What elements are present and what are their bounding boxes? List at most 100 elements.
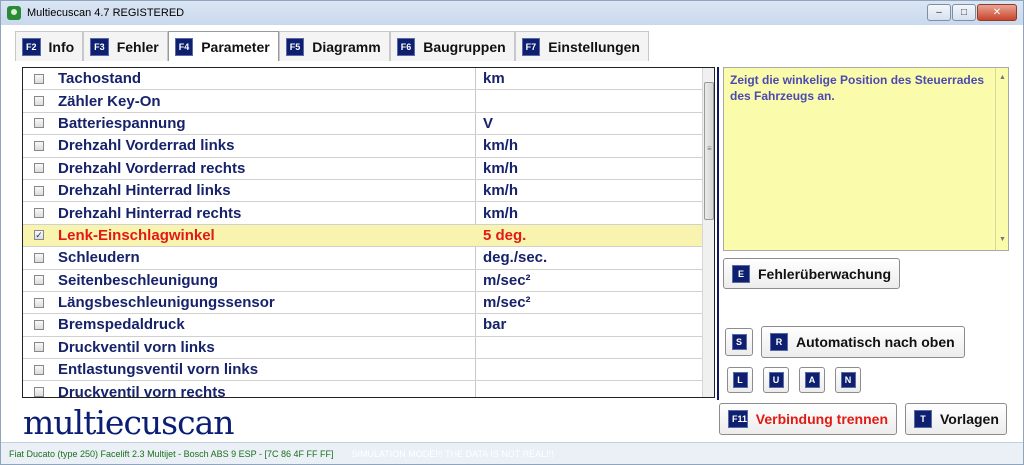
key-badge: F11: [728, 410, 748, 428]
row-checkbox[interactable]: [34, 319, 44, 330]
tab-bar: F2 Info F3 Fehler F4 Parameter F5 Diagra…: [15, 31, 649, 61]
row-checkbox[interactable]: [34, 118, 44, 129]
row-checkbox[interactable]: [34, 208, 44, 219]
minimize-button[interactable]: –: [927, 4, 951, 21]
l-button[interactable]: L: [727, 367, 753, 393]
key-badge: L: [732, 372, 748, 388]
fehlerueberwachung-button[interactable]: E Fehlerüberwachung: [723, 258, 901, 289]
s-button[interactable]: S: [725, 328, 753, 356]
description-text: Zeigt die winkelige Position des Steuerr…: [730, 73, 985, 103]
parameter-name: Batteriespannung: [58, 114, 186, 132]
key-badge: R: [770, 333, 788, 351]
parameter-name: Zähler Key-On: [58, 92, 161, 110]
table-row[interactable]: Batteriespannung V: [23, 113, 714, 136]
description-scrollbar[interactable]: ▲ ▼: [995, 68, 1008, 250]
table-row[interactable]: Tachostand km: [23, 68, 714, 91]
tab-diagramm[interactable]: F5 Diagramm: [278, 31, 390, 61]
row-checkbox[interactable]: [34, 140, 44, 151]
status-bar: Fiat Ducato (type 250) Facelift 2.3 Mult…: [1, 442, 1023, 464]
parameter-name: Druckventil vorn links: [58, 338, 215, 356]
app-window: Multiecuscan 4.7 REGISTERED – □ ✕ F2 Inf…: [0, 0, 1024, 465]
row-checkbox[interactable]: ✓: [34, 230, 44, 241]
automatisch-nach-oben-button[interactable]: R Automatisch nach oben: [761, 326, 965, 358]
table-row[interactable]: Druckventil vorn rechts: [23, 381, 714, 397]
scrollbar-thumb[interactable]: ≡: [704, 82, 714, 220]
panel-divider[interactable]: [717, 67, 719, 400]
tab-parameter[interactable]: F4 Parameter: [167, 31, 279, 61]
tab-einstellungen[interactable]: F7 Einstellungen: [514, 31, 649, 61]
key-badge: F4: [174, 37, 194, 56]
button-label: Vorlagen: [940, 411, 999, 427]
u-button[interactable]: U: [763, 367, 789, 393]
window-controls: – □ ✕: [927, 4, 1017, 21]
button-label: Verbindung trennen: [755, 411, 888, 427]
parameter-table: Tachostand km Zähler Key-On Batteriespannun…: [22, 67, 715, 398]
table-row[interactable]: Drehzahl Vorderrad links km/h: [23, 135, 714, 158]
parameter-name: Lenk-Einschlagwinkel: [58, 226, 215, 244]
parameter-name: Drehzahl Vorderrad links: [58, 137, 235, 155]
n-button[interactable]: N: [835, 367, 861, 393]
tab-fehler[interactable]: F3 Fehler: [83, 31, 168, 61]
parameter-name: Entlastungsventil vorn links: [58, 361, 259, 379]
app-logo-icon: [7, 6, 21, 20]
parameter-unit: V: [483, 114, 494, 132]
table-scrollbar[interactable]: ≡: [702, 68, 714, 397]
parameter-name: Seitenbeschleunigung: [58, 271, 219, 289]
row-checkbox[interactable]: [34, 275, 44, 286]
key-badge: A: [804, 372, 820, 388]
multiecuscan-logo: multiecuscan: [23, 403, 235, 442]
a-button[interactable]: A: [799, 367, 825, 393]
key-badge: N: [840, 372, 856, 388]
table-row[interactable]: Entlastungsventil vorn links: [23, 359, 714, 382]
parameter-unit: deg./sec.: [483, 249, 548, 267]
row-checkbox[interactable]: [34, 387, 44, 397]
table-row[interactable]: Drehzahl Hinterrad links km/h: [23, 180, 714, 203]
parameter-unit: km: [483, 70, 505, 88]
table-row[interactable]: Drehzahl Vorderrad rechts km/h: [23, 158, 714, 180]
simulation-warning: SIMULATION MODE!!! THE DATA IS NOT REAL!…: [351, 448, 554, 459]
table-row[interactable]: Drehzahl Hinterrad rechts km/h: [23, 202, 714, 225]
key-badge: U: [768, 372, 784, 388]
scroll-down-icon[interactable]: ▼: [999, 232, 1006, 248]
table-row[interactable]: Zähler Key-On: [23, 90, 714, 113]
grip-icon: ≡: [707, 144, 712, 153]
row-checkbox[interactable]: [34, 297, 44, 308]
parameter-name: Drehzahl Hinterrad rechts: [58, 204, 242, 222]
vehicle-info: Fiat Ducato (type 250) Facelift 2.3 Mult…: [9, 448, 334, 459]
tab-label: Fehler: [116, 38, 159, 55]
row-checkbox[interactable]: [34, 364, 44, 375]
tab-label: Diagramm: [312, 38, 381, 55]
tab-baugruppen[interactable]: F6 Baugruppen: [389, 31, 515, 61]
key-badge: E: [732, 264, 750, 283]
table-row[interactable]: Seitenbeschleunigung m/sec²: [23, 270, 714, 292]
row-checkbox[interactable]: [34, 185, 44, 196]
maximize-button[interactable]: □: [952, 4, 976, 21]
table-row[interactable]: ✓ Lenk-Einschlagwinkel 5 deg.: [23, 224, 714, 248]
parameter-unit: km/h: [483, 159, 519, 177]
scroll-up-icon[interactable]: ▲: [999, 70, 1006, 86]
row-checkbox[interactable]: [34, 73, 44, 84]
key-badge: F6: [396, 37, 416, 56]
button-label: Automatisch nach oben: [796, 334, 955, 350]
parameter-rows: Tachostand km Zähler Key-On Batteriespannun…: [23, 68, 714, 397]
table-row[interactable]: Bremspedaldruck bar: [23, 314, 714, 337]
vorlagen-button[interactable]: T Vorlagen: [905, 403, 1007, 435]
window-title: Multiecuscan 4.7 REGISTERED: [27, 7, 185, 19]
tab-label: Info: [48, 38, 75, 55]
close-button[interactable]: ✕: [977, 4, 1017, 21]
table-row[interactable]: Längsbeschleunigungssensor m/sec²: [23, 292, 714, 315]
tab-label: Baugruppen: [423, 38, 506, 55]
parameter-name: Tachostand: [58, 70, 142, 88]
row-checkbox[interactable]: [34, 163, 44, 174]
title-bar[interactable]: Multiecuscan 4.7 REGISTERED – □ ✕: [1, 1, 1023, 25]
table-row[interactable]: Druckventil vorn links: [23, 337, 714, 360]
parameter-name: Bremspedaldruck: [58, 316, 185, 334]
table-row[interactable]: Schleudern deg./sec.: [23, 247, 714, 270]
tab-info[interactable]: F2 Info: [15, 31, 84, 61]
button-label: Fehlerüberwachung: [758, 265, 892, 282]
row-checkbox[interactable]: [34, 252, 44, 263]
row-checkbox[interactable]: [34, 342, 44, 353]
verbindung-trennen-button[interactable]: F11 Verbindung trennen: [719, 403, 897, 435]
row-checkbox[interactable]: [34, 96, 44, 107]
parameter-unit: bar: [483, 316, 507, 334]
